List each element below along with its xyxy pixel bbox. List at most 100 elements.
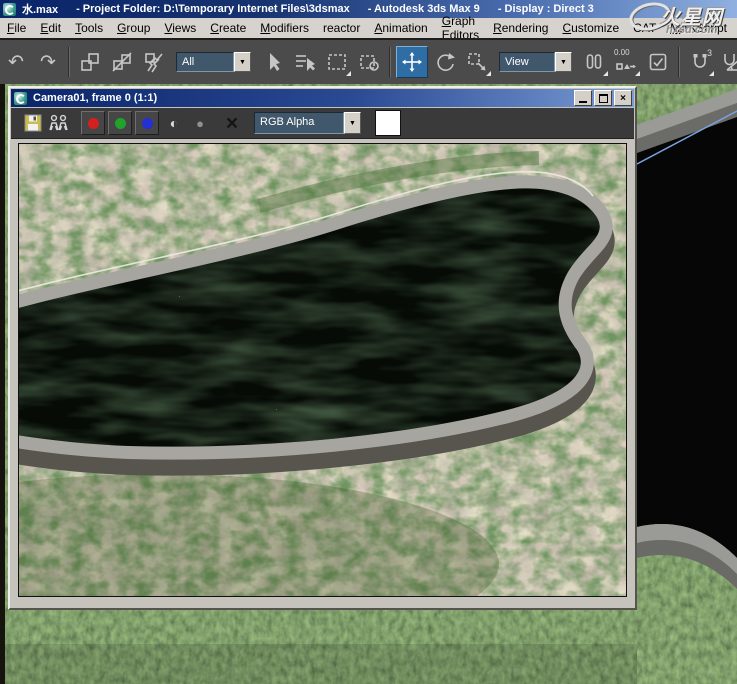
unlink-icon [111, 51, 133, 73]
chevron-down-icon[interactable]: ▼ [234, 52, 251, 72]
document-name: 水.max [22, 1, 58, 17]
menu-views[interactable]: Views [157, 19, 203, 37]
rfw-title-text: Camera01, frame 0 (1:1) [33, 92, 574, 104]
menu-edit[interactable]: Edit [33, 19, 68, 37]
crossing-selection-icon [358, 51, 380, 73]
menu-customize[interactable]: Customize [555, 19, 626, 37]
menu-animation[interactable]: Animation [367, 19, 434, 37]
viewport-pond-edge [637, 84, 737, 684]
menu-bar: File Edit Tools Group Views Create Modif… [0, 18, 737, 38]
cursor-icon [262, 51, 284, 73]
select-and-rotate-button[interactable] [430, 47, 460, 77]
restore-icon [599, 94, 608, 103]
scale-icon [466, 51, 488, 73]
clone-rendered-frame-button[interactable] [47, 111, 71, 135]
menu-file[interactable]: File [0, 19, 33, 37]
rfw-title-bar[interactable]: Camera01, frame 0 (1:1) × [11, 89, 634, 107]
coord-system-value: View [499, 52, 555, 72]
title-bar: 水.max - Project Folder: D:\Temporary Int… [0, 0, 737, 18]
use-pivot-point-center-button[interactable] [579, 47, 609, 77]
green-channel-icon [115, 118, 126, 129]
redo-icon: ↷ [40, 53, 56, 72]
enable-red-channel-button[interactable] [81, 111, 105, 135]
manipulate-value-label: 0.00 [614, 48, 630, 57]
space-warp-icon [143, 51, 165, 73]
toolbar-separator [68, 47, 70, 77]
clear-x-icon: × [226, 113, 238, 134]
dashed-rect-icon [326, 51, 348, 73]
selection-filter-dropdown[interactable]: All ▼ [176, 52, 251, 72]
checkbox-icon [647, 51, 669, 73]
enable-blue-channel-button[interactable] [135, 111, 159, 135]
menu-maxscript[interactable]: MAXScript [663, 19, 734, 37]
menu-group[interactable]: Group [110, 19, 157, 37]
chevron-down-icon[interactable]: ▼ [344, 112, 361, 134]
enable-green-channel-button[interactable] [108, 111, 132, 135]
undo-icon: ↶ [8, 53, 24, 72]
pivot-center-icon [583, 51, 605, 73]
bind-to-space-warp-button[interactable] [139, 47, 169, 77]
window-crossing-toggle-button[interactable] [354, 47, 384, 77]
list-cursor-icon [294, 51, 316, 73]
close-icon: × [620, 93, 626, 104]
move-icon [401, 51, 423, 73]
angle-magnet-icon [721, 51, 737, 73]
render-scene [19, 144, 626, 596]
keyboard-shortcut-override-button[interactable] [643, 47, 673, 77]
rfw-app-icon [14, 92, 27, 105]
snap-toggle-button[interactable]: 3 [685, 47, 715, 77]
monochrome-icon: ● [196, 116, 204, 131]
red-channel-icon [88, 118, 99, 129]
menu-modifiers[interactable]: Modifiers [253, 19, 316, 37]
monochrome-button[interactable]: ● [188, 111, 212, 135]
select-and-link-button[interactable] [75, 47, 105, 77]
save-image-button[interactable] [21, 111, 45, 135]
channel-display-value: RGB Alpha [254, 112, 344, 134]
angle-snap-toggle-button[interactable] [717, 47, 737, 77]
toolbar-separator [678, 47, 680, 77]
minimize-icon [579, 101, 587, 103]
chevron-down-icon[interactable]: ▼ [555, 52, 572, 72]
toolbar-separator [389, 47, 391, 77]
rfw-toolbar: ◐ ● × RGB Alpha ▼ [11, 108, 634, 139]
rotate-icon [434, 51, 456, 73]
display-driver-text: - Display : Direct 3 [498, 3, 594, 15]
menu-cat[interactable]: CAT [626, 19, 663, 37]
alpha-channel-icon: ◐ [170, 115, 178, 131]
menu-create[interactable]: Create [203, 19, 253, 37]
3dsmax-window: 水.max - Project Folder: D:\Temporary Int… [0, 0, 737, 684]
rectangular-selection-region-button[interactable] [322, 47, 352, 77]
close-button[interactable]: × [614, 90, 632, 106]
main-toolbar: ↶ ↷ All ▼ [0, 38, 737, 85]
select-object-button[interactable] [258, 47, 288, 77]
background-color-swatch[interactable] [375, 110, 401, 136]
select-and-move-button[interactable] [396, 46, 428, 78]
select-and-manipulate-button[interactable]: 0.00 [611, 47, 641, 77]
project-folder-text: - Project Folder: D:\Temporary Internet … [76, 3, 350, 15]
floppy-disk-icon [23, 113, 43, 133]
channel-display-dropdown[interactable]: RGB Alpha ▼ [254, 112, 361, 134]
reference-coordinate-system-dropdown[interactable]: View ▼ [499, 52, 572, 72]
rendered-image [18, 143, 627, 597]
unlink-selection-button[interactable] [107, 47, 137, 77]
clear-button[interactable]: × [220, 111, 244, 135]
app-logo-icon [3, 3, 16, 16]
blue-channel-icon [142, 118, 153, 129]
selection-filter-value: All [176, 52, 234, 72]
redo-button[interactable]: ↷ [33, 47, 63, 77]
restore-button[interactable] [594, 90, 612, 106]
clone-figures-icon [48, 113, 70, 133]
select-and-scale-button[interactable] [462, 47, 492, 77]
rendered-frame-window: Camera01, frame 0 (1:1) × [8, 86, 637, 610]
menu-tools[interactable]: Tools [68, 19, 110, 37]
viewport-area: Camera01, frame 0 (1:1) × [0, 84, 737, 684]
menu-rendering[interactable]: Rendering [486, 19, 555, 37]
menu-reactor[interactable]: reactor [316, 19, 367, 37]
select-by-name-button[interactable] [290, 47, 320, 77]
undo-button[interactable]: ↶ [1, 47, 31, 77]
link-icon [79, 51, 101, 73]
viewport-left-edge [0, 84, 5, 684]
snap-mode-label: 3 [707, 48, 712, 58]
minimize-button[interactable] [574, 90, 592, 106]
display-alpha-channel-button[interactable]: ◐ [162, 111, 186, 135]
